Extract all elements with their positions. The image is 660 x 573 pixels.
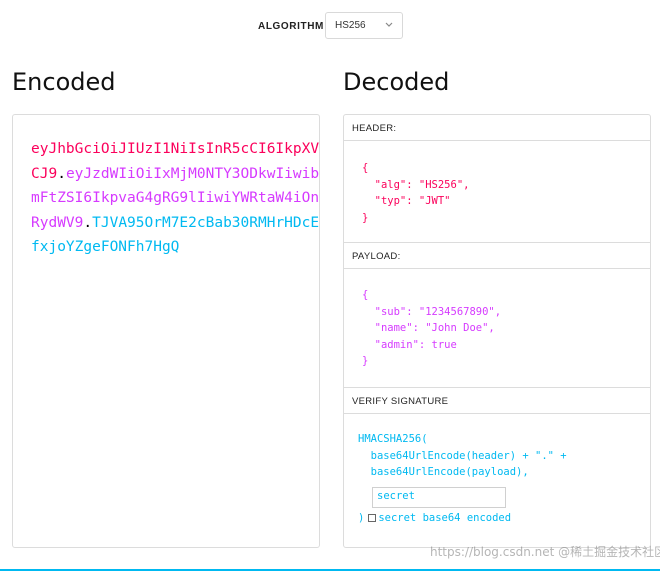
header-section-label: HEADER: bbox=[352, 123, 397, 134]
bottom-accent-line bbox=[0, 569, 660, 571]
secret-input[interactable]: secret bbox=[372, 487, 506, 508]
algorithm-label: ALGORITHM bbox=[258, 21, 324, 32]
token-dot: . bbox=[57, 165, 66, 182]
payload-section-title: PAYLOAD: bbox=[344, 243, 650, 269]
header-section-title: HEADER: bbox=[344, 115, 650, 141]
decoded-heading: Decoded bbox=[343, 68, 450, 96]
verify-section-label: VERIFY SIGNATURE bbox=[352, 396, 449, 407]
payload-section-label: PAYLOAD: bbox=[352, 251, 401, 262]
algorithm-row: ALGORITHM HS256 bbox=[0, 12, 660, 42]
encoded-token[interactable]: eyJhbGciOiJIUzI1NiIsInR5cCI6IkpXVCJ9.eyJ… bbox=[31, 137, 321, 260]
algorithm-selected-value: HS256 bbox=[335, 20, 366, 31]
token-dot: . bbox=[83, 214, 93, 231]
decoded-panel: HEADER: { "alg": "HS256", "typ": "JWT" }… bbox=[343, 114, 651, 548]
secret-base64-label: secret base64 encoded bbox=[378, 512, 512, 524]
algorithm-select[interactable]: HS256 bbox=[325, 12, 403, 39]
encoded-token-editor[interactable]: eyJhbGciOiJIUzI1NiIsInR5cCI6IkpXVCJ9.eyJ… bbox=[12, 114, 320, 548]
verify-closing-line: ) secret base64 encoded bbox=[358, 512, 511, 524]
header-json-editor[interactable]: { "alg": "HS256", "typ": "JWT" } bbox=[362, 160, 469, 226]
chevron-down-icon bbox=[385, 22, 393, 27]
verify-section-title: VERIFY SIGNATURE bbox=[344, 388, 650, 414]
secret-base64-checkbox[interactable] bbox=[368, 514, 377, 522]
watermark: https://blog.csdn.net @稀土掘金技术社区 bbox=[430, 545, 660, 559]
verify-signature-code: HMACSHA256( base64UrlEncode(header) + ".… bbox=[358, 433, 567, 478]
close-paren: ) bbox=[358, 512, 365, 524]
encoded-heading: Encoded bbox=[12, 68, 116, 96]
payload-json-editor[interactable]: { "sub": "1234567890", "name": "John Doe… bbox=[362, 287, 501, 370]
